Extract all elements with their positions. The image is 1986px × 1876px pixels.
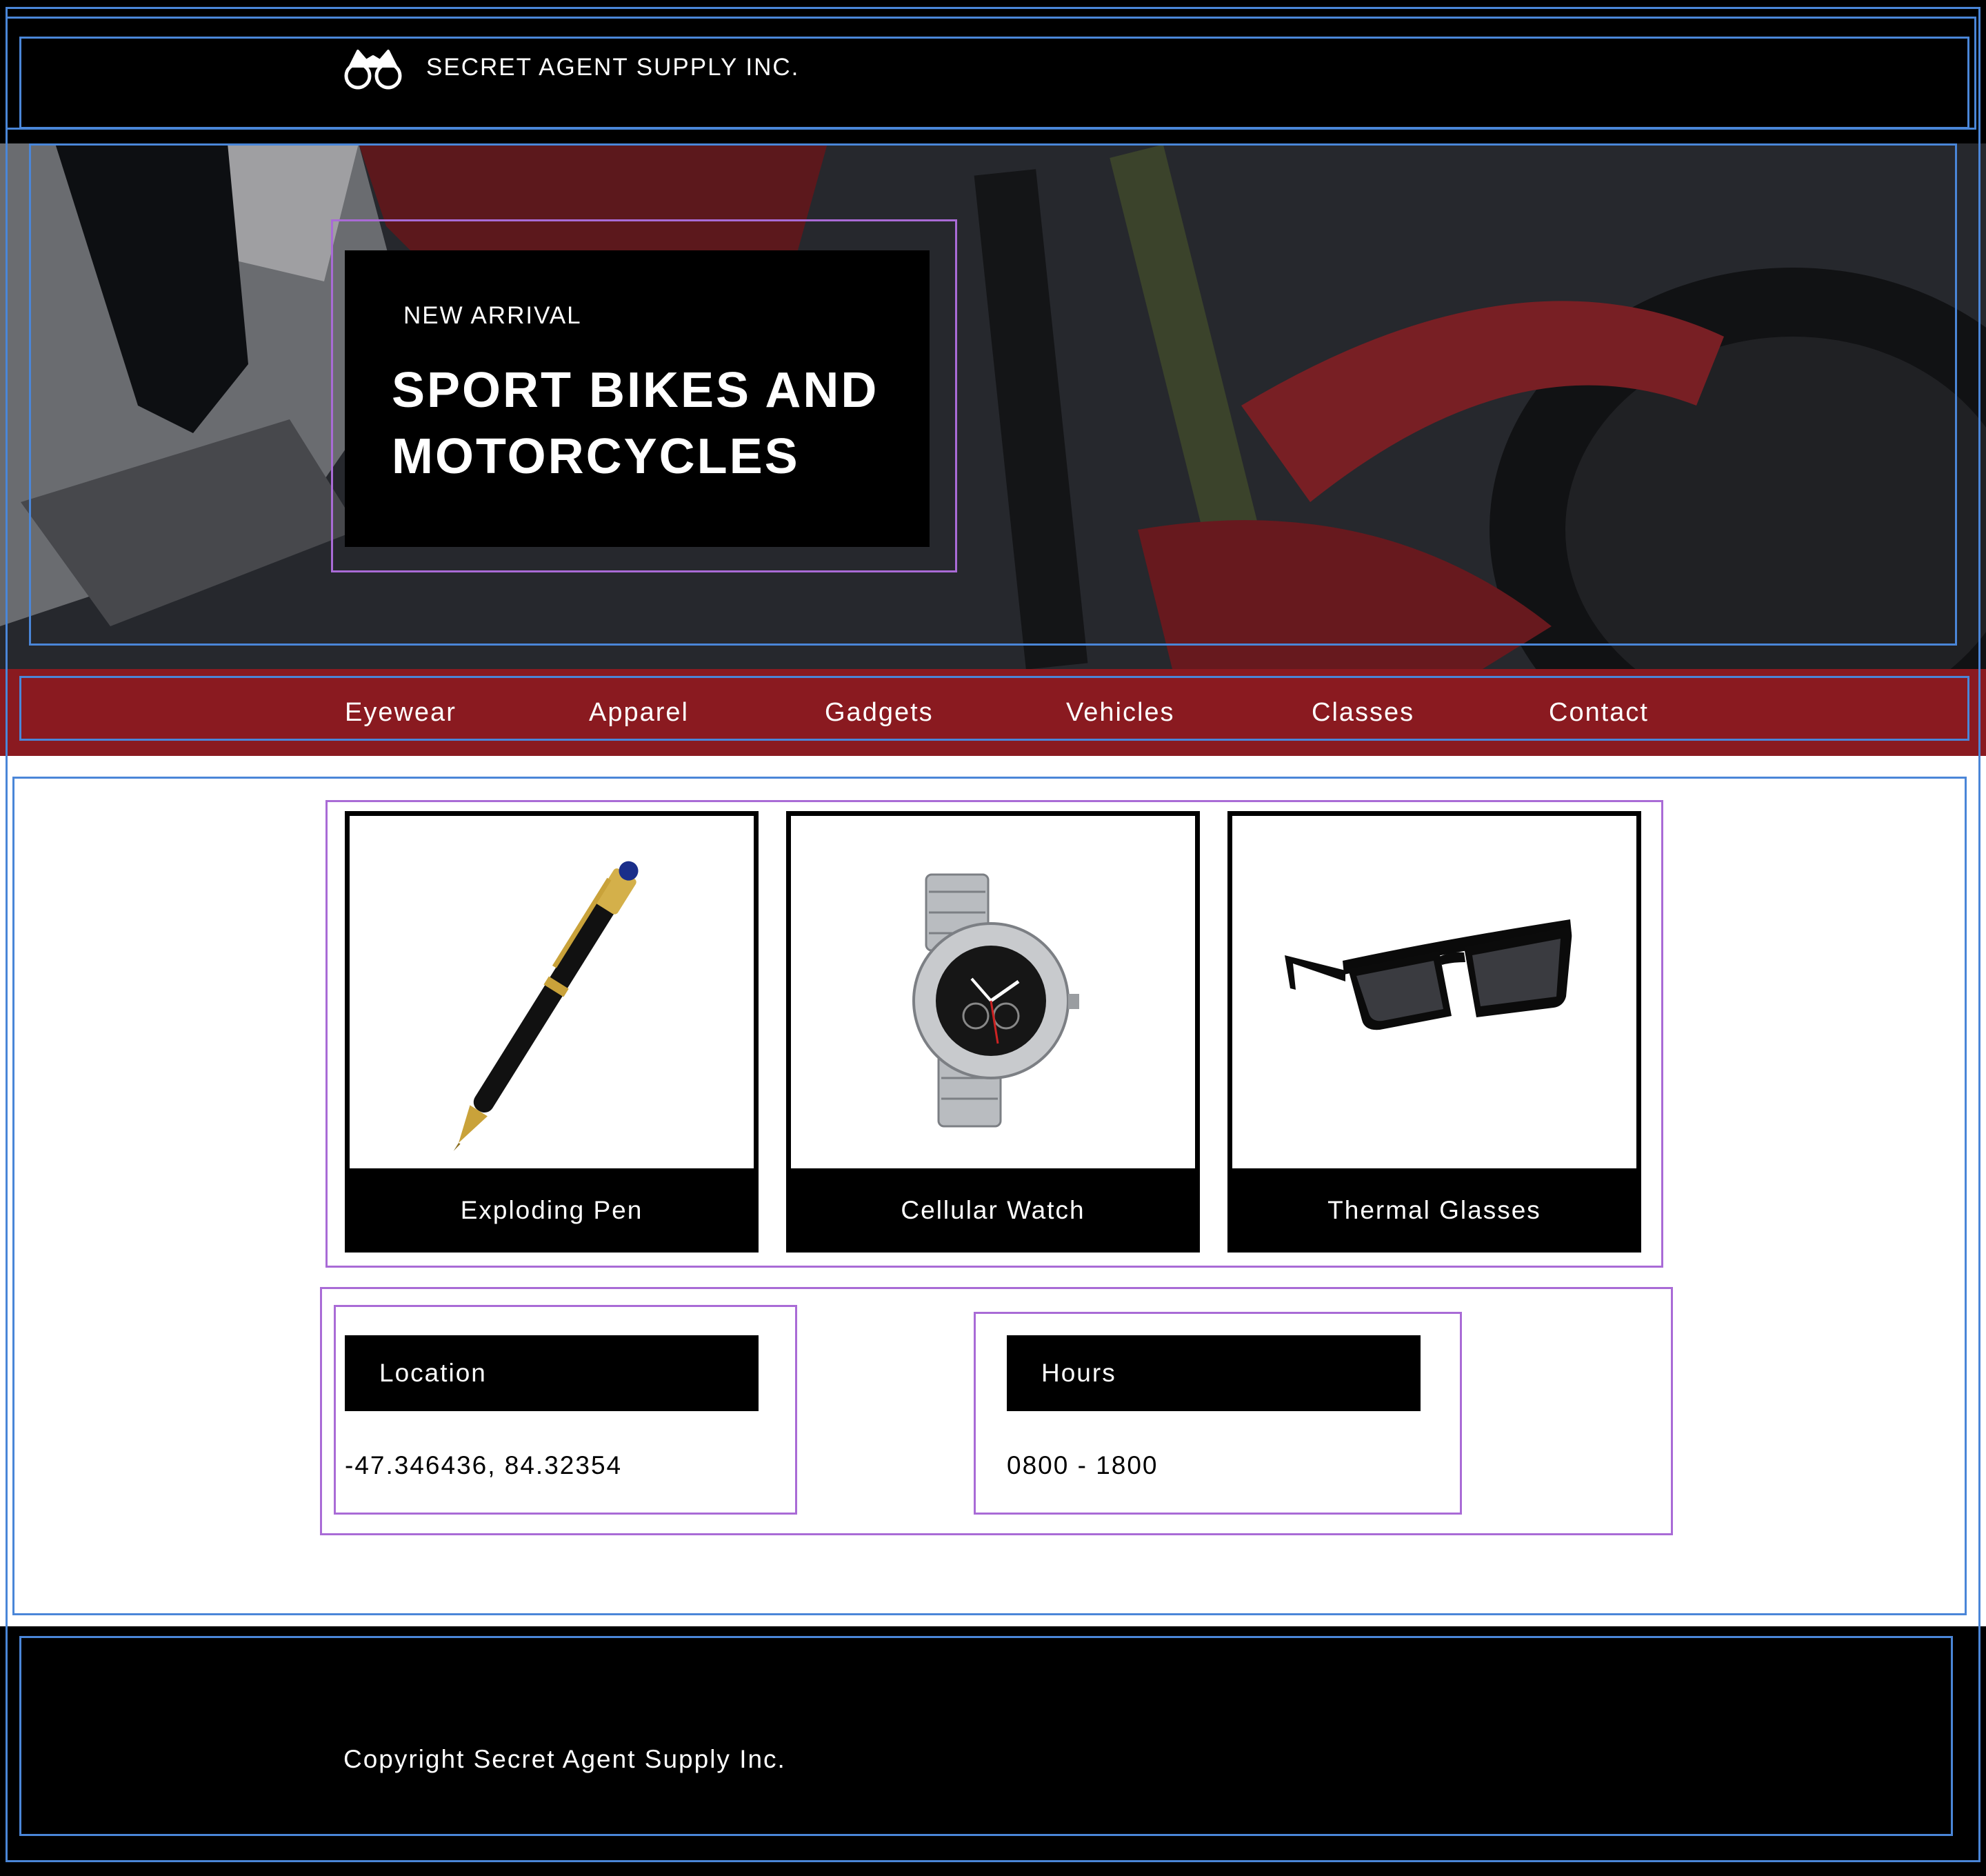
nav-item-classes[interactable]: Classes [1312, 698, 1414, 728]
binoculars-icon[interactable] [343, 47, 403, 91]
nav-item-gadgets[interactable]: Gadgets [825, 698, 934, 728]
site-footer: Copyright Secret Agent Supply Inc. [0, 1626, 1986, 1876]
hero-title[interactable]: SPORT BIKES AND MOTORCYCLES [392, 357, 916, 490]
product-card-cellular-watch[interactable]: Cellular Watch [786, 811, 1200, 1253]
pen-image [453, 861, 639, 1151]
product-card-exploding-pen[interactable]: Exploding Pen [345, 811, 759, 1253]
sunglasses-image [1285, 919, 1572, 1030]
watch-image [912, 873, 1079, 1128]
nav-item-apparel[interactable]: Apparel [589, 698, 689, 728]
location-heading: Location [345, 1335, 759, 1411]
location-value: -47.346436, 84.32354 [345, 1451, 623, 1479]
main-nav: Eyewear Apparel Gadgets Vehicles Classes… [0, 669, 1986, 756]
site-title[interactable]: SECRET AGENT SUPPLY INC. [426, 54, 799, 81]
hero-card: NEW ARRIVAL SPORT BIKES AND MOTORCYCLES [345, 250, 930, 547]
site-header: SECRET AGENT SUPPLY INC. [0, 0, 1986, 143]
hero-banner: NEW ARRIVAL SPORT BIKES AND MOTORCYCLES [0, 143, 1986, 669]
copyright-text: Copyright Secret Agent Supply Inc. [343, 1745, 786, 1773]
hours-value: 0800 - 1800 [1007, 1451, 1158, 1479]
product-label: Thermal Glasses [1227, 1168, 1641, 1253]
hours-heading: Hours [1007, 1335, 1421, 1411]
hero-kicker: NEW ARRIVAL [403, 302, 582, 329]
product-card-thermal-glasses[interactable]: Thermal Glasses [1227, 811, 1641, 1253]
nav-item-vehicles[interactable]: Vehicles [1066, 698, 1175, 728]
main-content: Exploding Pen Cellular Watch Thermal Gla… [0, 756, 1986, 1626]
product-label: Exploding Pen [345, 1168, 759, 1253]
product-label: Cellular Watch [786, 1168, 1200, 1253]
nav-item-contact[interactable]: Contact [1549, 698, 1649, 728]
nav-item-eyewear[interactable]: Eyewear [345, 698, 457, 728]
motorcycle-photo [0, 143, 1986, 669]
